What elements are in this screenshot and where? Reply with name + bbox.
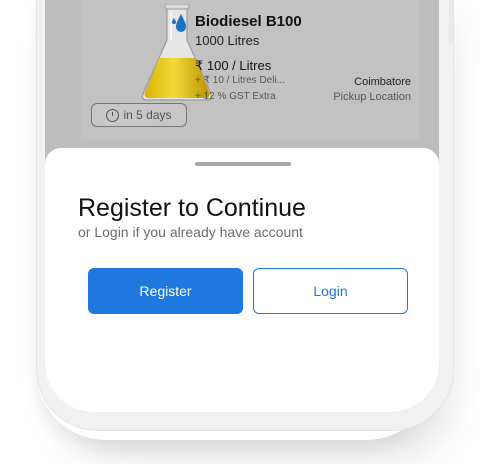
pickup-city: Coimbatore: [354, 76, 411, 88]
device-screen: in 5 days Biodiesel B100 1000 Litres ₹ 1…: [45, 0, 439, 412]
product-price: ₹ 100 / Litres: [195, 58, 272, 73]
eta-badge: in 5 days: [91, 103, 187, 127]
device-frame: in 5 days Biodiesel B100 1000 Litres ₹ 1…: [36, 0, 454, 431]
register-button[interactable]: Register: [88, 268, 243, 314]
clock-icon: [106, 108, 120, 122]
login-button[interactable]: Login: [253, 268, 408, 314]
product-gst: + 12 % GST Extra: [195, 91, 276, 102]
pickup-location-label: Pickup Location: [333, 91, 411, 103]
product-name: Biodiesel B100: [195, 13, 302, 30]
sheet-subtitle: or Login if you already have account: [78, 224, 303, 240]
product-card: in 5 days Biodiesel B100 1000 Litres ₹ 1…: [81, 0, 419, 140]
eta-label: in 5 days: [123, 108, 172, 122]
product-delivery-charge: + ₹ 10 / Litres Deli...: [195, 75, 286, 86]
drop-icon: [172, 14, 186, 32]
register-bottom-sheet: Register to Continue or Login if you alr…: [45, 148, 439, 412]
drag-handle[interactable]: [195, 162, 291, 166]
device-side-button: [449, 0, 453, 44]
sheet-title: Register to Continue: [78, 194, 306, 222]
product-quantity: 1000 Litres: [195, 33, 260, 48]
